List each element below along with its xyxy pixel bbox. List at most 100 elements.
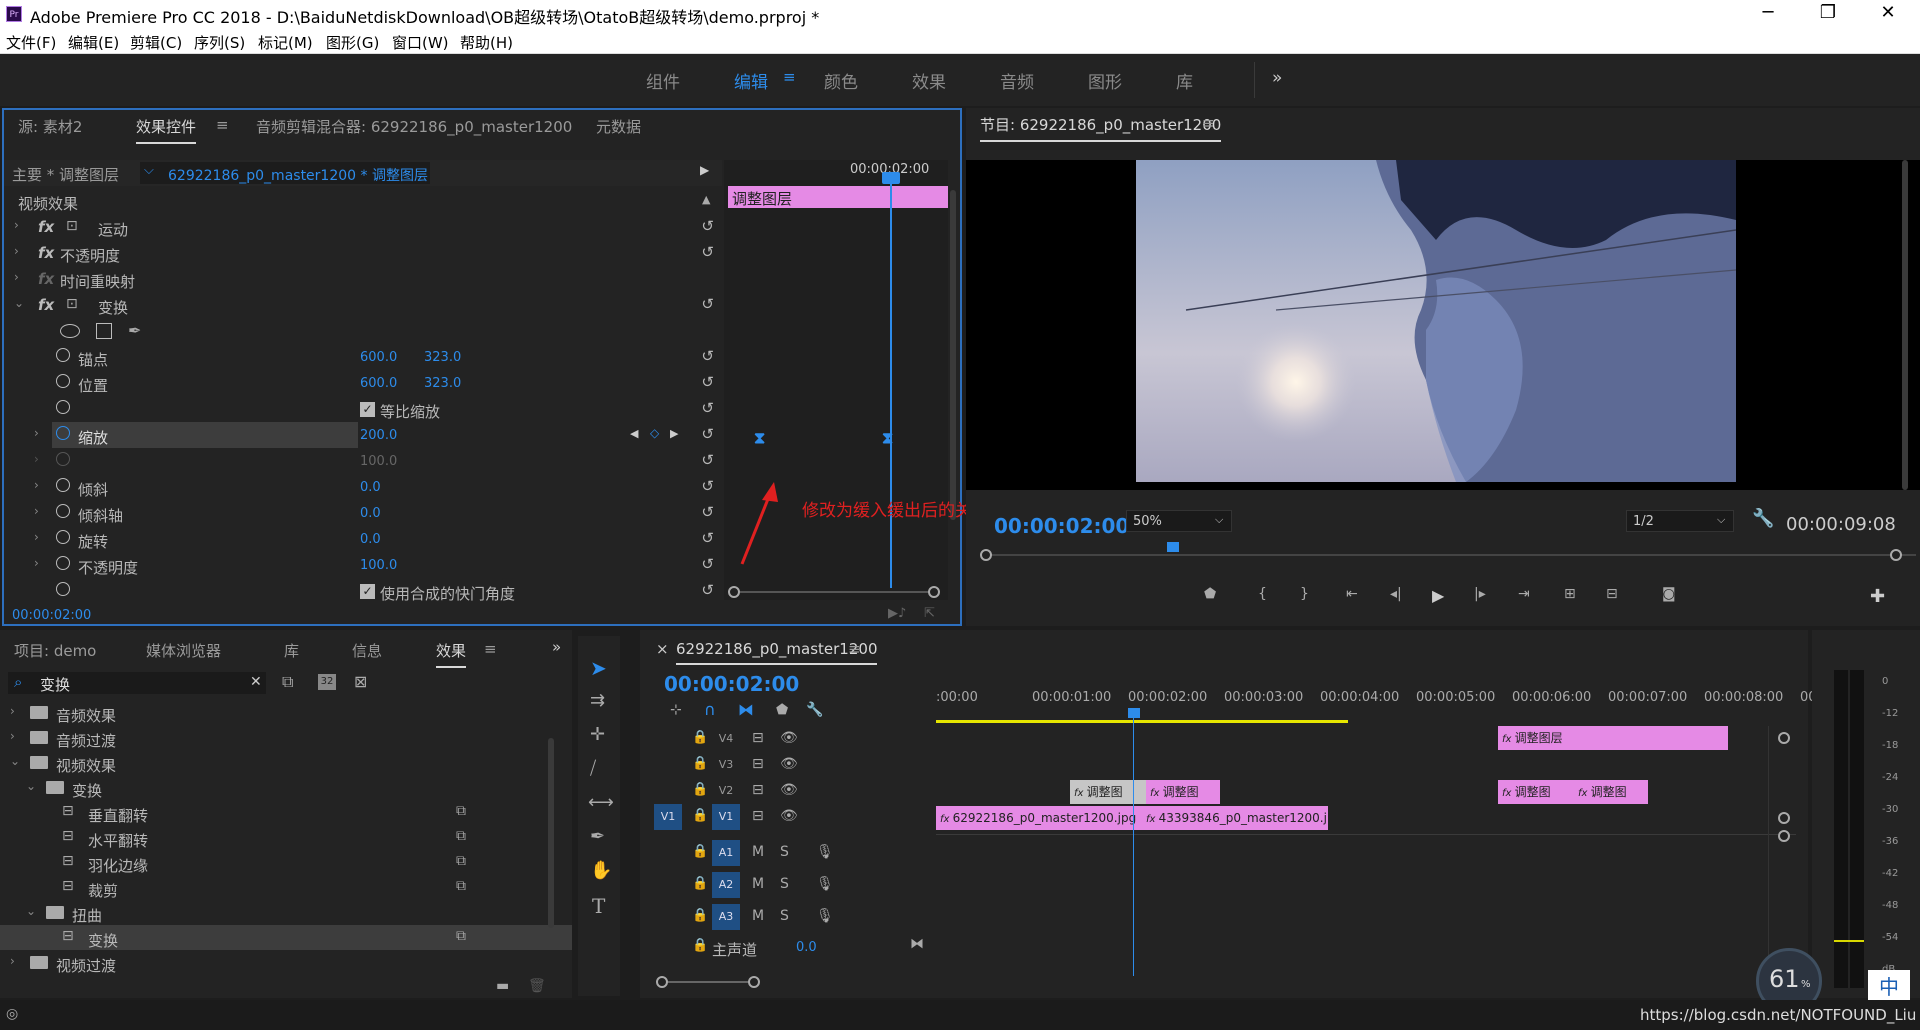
keyframe-playhead-handle[interactable] bbox=[882, 172, 900, 184]
param-uniform-scale-row[interactable]: ✓ 等比缩放 ↺ bbox=[4, 396, 722, 422]
keyframe-zoom-handle-left[interactable] bbox=[728, 586, 740, 598]
fx-icon[interactable]: fx bbox=[38, 296, 54, 314]
stopwatch-icon[interactable] bbox=[56, 504, 70, 518]
chevron-right-icon[interactable]: › bbox=[10, 729, 15, 743]
search-input[interactable]: 变换 bbox=[40, 674, 70, 695]
step-forward-icon[interactable]: |▸ bbox=[1474, 586, 1486, 602]
lock-icon[interactable]: 🔒 bbox=[692, 844, 708, 859]
play-icon[interactable]: ▶ bbox=[1432, 586, 1444, 605]
reset-icon[interactable]: ↺ bbox=[701, 425, 714, 443]
lock-icon[interactable]: 🔒 bbox=[692, 730, 708, 745]
type-tool-icon[interactable]: T bbox=[592, 894, 605, 918]
go-to-in-icon[interactable]: ⇤ bbox=[1346, 586, 1358, 602]
stopwatch-icon[interactable] bbox=[56, 478, 70, 492]
effect-opacity-row[interactable]: › fx 不透明度 ↺ bbox=[4, 240, 722, 266]
master-track-value[interactable]: 0.0 bbox=[796, 940, 817, 955]
tab-project[interactable]: 项目: demo bbox=[14, 640, 96, 661]
keyframe-playhead[interactable] bbox=[890, 174, 892, 588]
stopwatch-icon[interactable] bbox=[56, 374, 70, 388]
fx-icon[interactable]: fx bbox=[38, 218, 54, 236]
param-position-row[interactable]: 位置 600.0 323.0 ↺ bbox=[4, 370, 722, 396]
tab-source[interactable]: 源: 素材2 bbox=[18, 116, 82, 137]
param-value[interactable]: 100.0 bbox=[360, 558, 397, 573]
lock-icon[interactable]: 🔒 bbox=[692, 756, 708, 771]
microphone-icon[interactable]: 🎙 bbox=[816, 876, 834, 892]
track-target-button[interactable]: A2 bbox=[712, 872, 740, 898]
microphone-icon[interactable]: 🎙 bbox=[816, 908, 834, 924]
transform-box-icon[interactable]: ⊡ bbox=[66, 218, 78, 234]
workspace-audio[interactable]: 音频 bbox=[1000, 68, 1034, 93]
effects-tree-item[interactable]: ⌄ 变换 bbox=[0, 775, 572, 800]
tab-menu-icon[interactable]: ≡ bbox=[484, 640, 497, 658]
mute-button[interactable]: M bbox=[752, 876, 764, 892]
tab-menu-icon[interactable]: ≡ bbox=[216, 116, 229, 134]
keyframe-zoom-track[interactable] bbox=[740, 591, 930, 593]
reset-icon[interactable]: ↺ bbox=[701, 529, 714, 547]
tab-menu-icon[interactable]: ≡ bbox=[848, 640, 861, 658]
video-frame-area[interactable] bbox=[966, 160, 1920, 490]
reset-icon[interactable]: ↺ bbox=[701, 477, 714, 495]
param-value[interactable]: 0.0 bbox=[360, 532, 381, 547]
rectangle-mask-icon[interactable] bbox=[96, 323, 112, 339]
param-skew-row[interactable]: › 倾斜 0.0 ↺ bbox=[4, 474, 722, 500]
mute-button[interactable]: M bbox=[752, 908, 764, 924]
export-icon[interactable]: ⇱ bbox=[924, 606, 935, 621]
pen-tool-icon[interactable]: ✒ bbox=[590, 826, 605, 847]
reset-icon[interactable]: ↺ bbox=[701, 581, 714, 599]
eye-icon[interactable]: 👁 bbox=[780, 808, 798, 824]
step-back-icon[interactable]: ◂| bbox=[1390, 586, 1402, 602]
chevron-right-icon[interactable]: › bbox=[34, 426, 39, 440]
keyframe-ease-icon[interactable]: ⧗ bbox=[882, 428, 893, 448]
panel-overflow-icon[interactable]: » bbox=[552, 638, 561, 656]
workspace-editing[interactable]: 编辑 bbox=[734, 68, 768, 93]
param-anchor-row[interactable]: 锚点 600.0 323.0 ↺ bbox=[4, 344, 722, 370]
track-target-button[interactable]: A1 bbox=[712, 840, 740, 866]
microphone-icon[interactable]: 🎙 bbox=[816, 844, 834, 860]
a-zoom-handle[interactable] bbox=[1778, 830, 1790, 842]
video-preview[interactable] bbox=[1136, 160, 1736, 482]
chevron-right-icon[interactable]: › bbox=[34, 530, 39, 544]
reset-icon[interactable]: ↺ bbox=[701, 373, 714, 391]
tab-info[interactable]: 信息 bbox=[352, 640, 382, 661]
filter-icon[interactable]: ▶♪ bbox=[888, 606, 906, 621]
param-opacity-row[interactable]: › 不透明度 100.0 ↺ bbox=[4, 552, 722, 578]
reset-icon[interactable]: ↺ bbox=[701, 217, 714, 235]
clip-v2-adjustment-b[interactable]: fx 调整图 bbox=[1146, 780, 1220, 804]
adjustment-layer-bar[interactable]: 调整图层 bbox=[728, 186, 948, 208]
v-zoom-handle[interactable] bbox=[1778, 812, 1790, 824]
effects-tree-item[interactable]: ⌄ 扭曲 bbox=[0, 900, 572, 925]
collapse-up-icon[interactable]: ▲ bbox=[702, 193, 710, 206]
effects-tree-item[interactable]: ⌄ 视频效果 bbox=[0, 750, 572, 775]
32bit-effects-icon[interactable]: 32 bbox=[318, 674, 336, 690]
stopwatch-icon[interactable] bbox=[56, 426, 70, 440]
reset-icon[interactable]: ↺ bbox=[701, 503, 714, 521]
add-button-icon[interactable]: ✚ bbox=[1870, 586, 1885, 607]
chevron-right-icon[interactable]: › bbox=[14, 244, 19, 258]
param-value-x[interactable]: 600.0 bbox=[360, 376, 397, 391]
scrubber-handle-left[interactable] bbox=[980, 549, 992, 561]
effects-search-box[interactable]: ⌕ 变换 ✕ bbox=[8, 672, 266, 694]
clip-v2-adjustment-a[interactable]: fx 调整图 bbox=[1070, 780, 1146, 804]
workspace-libraries[interactable]: 库 bbox=[1176, 68, 1193, 93]
lift-icon[interactable]: ⊞ bbox=[1564, 586, 1576, 602]
param-rotation-row[interactable]: › 旋转 0.0 ↺ bbox=[4, 526, 722, 552]
nest-icon[interactable]: ⊹ bbox=[670, 702, 682, 718]
effect-scrollbar[interactable] bbox=[950, 190, 956, 520]
stopwatch-icon[interactable] bbox=[56, 556, 70, 570]
work-area-bar[interactable] bbox=[936, 720, 1348, 723]
effect-motion-row[interactable]: › fx ⊡ 运动 ↺ bbox=[4, 214, 722, 240]
reset-icon[interactable]: ↺ bbox=[701, 243, 714, 261]
solo-button[interactable]: S bbox=[780, 876, 789, 892]
minimize-button[interactable]: ─ bbox=[1748, 2, 1788, 23]
extract-icon[interactable]: ⊟ bbox=[1606, 586, 1618, 602]
stopwatch-icon[interactable] bbox=[56, 582, 70, 596]
lock-icon[interactable]: 🔒 bbox=[692, 876, 708, 891]
eye-icon[interactable]: 👁 bbox=[780, 730, 798, 746]
stopwatch-icon[interactable] bbox=[56, 530, 70, 544]
ime-indicator[interactable]: 中 bbox=[1868, 970, 1910, 1004]
source-patch-button[interactable]: V1 bbox=[654, 804, 682, 830]
eye-icon[interactable]: 👁 bbox=[780, 756, 798, 772]
workspace-menu-icon[interactable]: ≡ bbox=[783, 68, 796, 86]
workspace-assembly[interactable]: 组件 bbox=[646, 68, 680, 93]
slip-tool-icon[interactable]: ⟷ bbox=[588, 792, 614, 813]
